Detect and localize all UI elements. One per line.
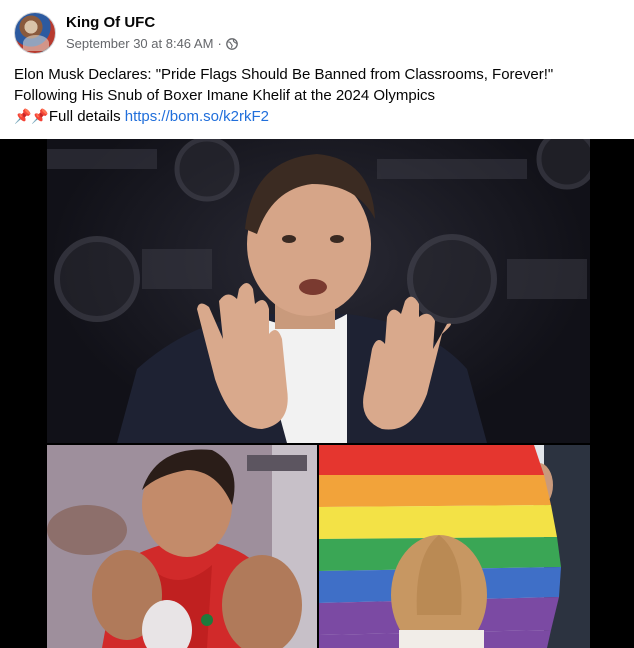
post-media bbox=[0, 139, 634, 648]
rainbow-flag-photo[interactable] bbox=[319, 445, 590, 648]
details-link[interactable]: https://bom.so/k2rkF2 bbox=[125, 108, 269, 125]
globe-icon bbox=[225, 38, 238, 50]
boxer-photo[interactable] bbox=[47, 445, 317, 648]
pushpin-icon: 📌📌 bbox=[14, 108, 49, 124]
timestamp-row: September 30 at 8:46 AM · bbox=[66, 35, 238, 53]
speaker-photo[interactable] bbox=[47, 139, 590, 443]
details-label: Full details bbox=[48, 108, 121, 125]
post-text-line-1: Elon Musk Declares: "Pride Flags Should … bbox=[14, 66, 554, 83]
facebook-post: King Of UFC September 30 at 8:46 AM · El… bbox=[0, 0, 634, 648]
details-line: 📌📌Full details https://bom.so/k2rkF2 bbox=[14, 106, 620, 127]
post-timestamp[interactable]: September 30 at 8:46 AM bbox=[66, 35, 213, 53]
page-name[interactable]: King Of UFC bbox=[66, 13, 238, 32]
post-body: Elon Musk Declares: "Pride Flags Should … bbox=[14, 64, 620, 127]
page-avatar[interactable] bbox=[14, 12, 56, 54]
post-text-line-2: Following His Snub of Boxer Imane Khelif… bbox=[14, 87, 436, 104]
separator-dot: · bbox=[217, 36, 222, 51]
post-meta: King Of UFC September 30 at 8:46 AM · bbox=[66, 13, 238, 53]
post-header: King Of UFC September 30 at 8:46 AM · bbox=[14, 11, 238, 55]
